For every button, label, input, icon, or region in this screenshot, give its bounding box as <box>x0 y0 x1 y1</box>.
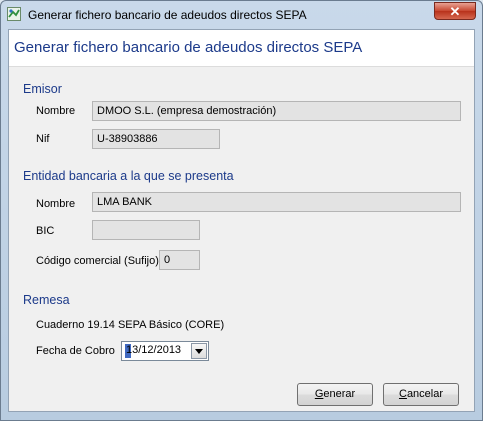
entidad-codigo-label: Código comercial (Sufijo) <box>36 255 159 267</box>
fecha-cobro-label: Fecha de Cobro <box>36 345 115 357</box>
cancelar-accelerator: C <box>398 388 407 400</box>
entidad-bic-field <box>92 220 200 240</box>
entidad-bic-label: BIC <box>36 225 55 237</box>
generar-button[interactable]: Generar <box>297 383 373 406</box>
emisor-nombre-label: Nombre <box>36 105 76 117</box>
dialog-heading: Generar fichero bancario de adeudos dire… <box>14 39 363 56</box>
header-band: Generar fichero bancario de adeudos dire… <box>9 30 474 67</box>
window-title: Generar fichero bancario de adeudos dire… <box>28 8 307 22</box>
fecha-cobro-value[interactable]: 13/12/2013 <box>126 344 181 356</box>
chevron-down-icon <box>195 349 203 354</box>
entidad-codigo-field: 0 <box>159 250 200 270</box>
close-button[interactable]: ✕ <box>434 2 476 20</box>
fecha-cobro-dropdown-button[interactable] <box>191 343 207 359</box>
section-title-entidad: Entidad bancaria a la que se presenta <box>23 169 234 183</box>
dialog-window: Generar fichero bancario de adeudos dire… <box>0 0 483 421</box>
section-title-remesa: Remesa <box>23 293 70 307</box>
dialog-client-area: Generar fichero bancario de adeudos dire… <box>8 29 475 412</box>
entidad-nombre-label: Nombre <box>36 198 76 210</box>
emisor-nif-field: U-38903886 <box>92 129 220 149</box>
close-icon: ✕ <box>449 4 461 19</box>
entidad-nombre-field: LMA BANK <box>92 192 461 212</box>
app-icon <box>7 7 21 21</box>
emisor-nombre-field: DMOO S.L. (empresa demostración) <box>92 101 461 121</box>
emisor-nif-label: Nif <box>36 133 50 145</box>
cuaderno-text: Cuaderno 19.14 SEPA Básico (CORE) <box>36 319 225 331</box>
cancelar-button[interactable]: Cancelar <box>383 383 459 406</box>
title-bar[interactable]: Generar fichero bancario de adeudos dire… <box>1 1 482 29</box>
cancelar-label: ancelar <box>406 388 444 400</box>
fecha-cobro-picker[interactable]: 13/12/2013 <box>121 341 209 361</box>
section-title-emisor: Emisor <box>23 82 62 96</box>
generar-label: enerar <box>323 388 356 400</box>
